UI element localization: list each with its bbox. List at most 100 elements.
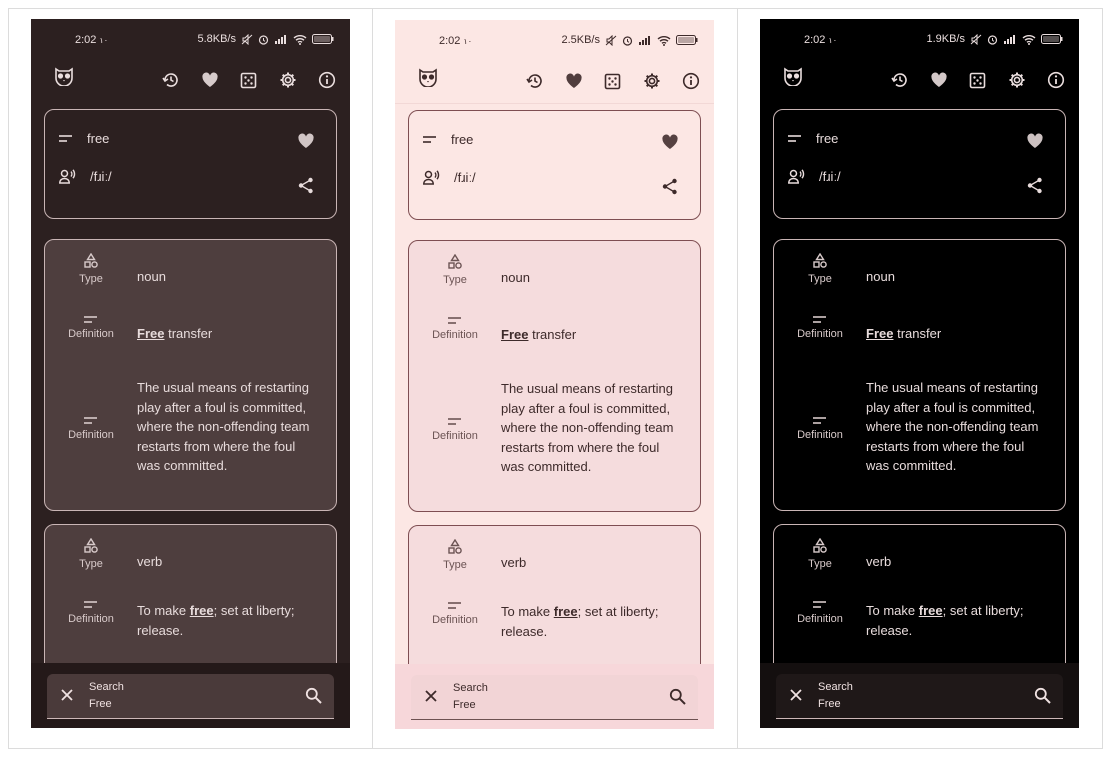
linked-word[interactable]: Free [137, 326, 164, 341]
phone-screen-dark-brown: 2:02 ۱۰ 5.8KB/s free /fɹiː/ Type noun De… [31, 19, 350, 728]
type-label-text: Type [79, 558, 103, 570]
lines-icon [448, 602, 461, 609]
definition-label-text: Definition [432, 329, 478, 341]
type-label: Type [415, 254, 495, 286]
about-button[interactable] [307, 65, 346, 95]
definition-label: Definition [415, 418, 495, 442]
pronunciation-row[interactable]: /fɹiː/ [59, 169, 112, 184]
sense-card-noun: Type noun Definition Free transfer Defin… [44, 239, 337, 511]
linked-word[interactable]: free [190, 603, 214, 618]
definition-label: Definition [415, 317, 495, 341]
random-word-button[interactable] [229, 65, 268, 95]
search-field[interactable]: Search Free [411, 675, 698, 720]
favorite-heart-icon[interactable] [1026, 133, 1044, 149]
lines-icon [59, 134, 72, 142]
definition-text: The usual means of restarting play after… [501, 381, 674, 475]
type-label-text: Type [808, 273, 832, 285]
status-indicators: 1.9KB/s [926, 33, 1063, 45]
owl-icon[interactable] [782, 66, 804, 86]
pronunciation-row[interactable]: /fɹiː/ [423, 170, 476, 185]
close-icon[interactable] [788, 687, 804, 703]
history-button[interactable] [151, 65, 190, 95]
owl-icon[interactable] [417, 67, 439, 87]
linked-word[interactable]: Free [501, 327, 528, 342]
favorites-button[interactable] [919, 65, 958, 95]
favorite-heart-icon[interactable] [661, 134, 679, 150]
search-field[interactable]: Search Free [47, 674, 334, 719]
search-icon[interactable] [305, 687, 322, 704]
mute-icon [970, 33, 982, 45]
search-input[interactable]: Free [89, 698, 112, 710]
lines-icon [788, 134, 801, 142]
share-icon[interactable] [662, 178, 678, 195]
favorites-button[interactable] [554, 66, 593, 96]
close-icon[interactable] [59, 687, 75, 703]
dice-icon [240, 72, 257, 88]
pronunciation-text: /fɹiː/ [90, 169, 112, 184]
search-field[interactable]: Search Free [776, 674, 1063, 719]
wifi-icon [1022, 34, 1036, 45]
definition-label: Definition [51, 601, 131, 625]
search-icon[interactable] [669, 688, 686, 705]
frame-divider [1102, 8, 1103, 748]
type-label: Type [780, 538, 860, 570]
share-icon[interactable] [1027, 177, 1043, 194]
share-icon[interactable] [298, 177, 314, 194]
random-word-button[interactable] [593, 66, 632, 96]
definition-label: Definition [415, 602, 495, 626]
linked-word[interactable]: free [554, 604, 578, 619]
definition-label: Definition [51, 316, 131, 340]
info-icon [318, 71, 335, 89]
search-input[interactable]: Free [453, 699, 476, 711]
dice-icon [604, 73, 621, 89]
app-bar [31, 59, 350, 103]
search-icon[interactable] [1034, 687, 1051, 704]
word-card: free /fɹiː/ [44, 109, 337, 219]
favorites-button[interactable] [190, 65, 229, 95]
lines-icon [84, 316, 97, 323]
sense-card-noun: Type noun Definition Free transfer Defin… [773, 239, 1066, 511]
owl-icon[interactable] [53, 66, 75, 86]
type-value: verb [137, 554, 163, 569]
random-word-button[interactable] [958, 65, 997, 95]
alarm-icon [622, 35, 633, 46]
close-icon[interactable] [423, 688, 439, 704]
frame-divider [372, 8, 373, 748]
frame-divider [8, 748, 1103, 749]
history-button[interactable] [515, 66, 554, 96]
word-content[interactable]: free /fɹiː/ Type noun Definition Free tr… [760, 103, 1079, 663]
about-button[interactable] [1036, 65, 1075, 95]
linked-word[interactable]: free [919, 603, 943, 618]
definition-text: Free transfer [137, 324, 319, 344]
history-button[interactable] [880, 65, 919, 95]
definition-text: To make free; set at liberty; release. [137, 601, 319, 640]
linked-word[interactable]: Free [866, 326, 893, 341]
status-indicators: 5.8KB/s [197, 33, 334, 45]
definition-label-text: Definition [797, 429, 843, 441]
history-icon [890, 73, 907, 87]
word-content[interactable]: free /fɹiː/ Type noun Definition Free tr… [395, 104, 714, 664]
word-text: free [451, 132, 474, 147]
speaker-person-icon [423, 170, 440, 185]
definition-text: Free transfer [501, 325, 683, 345]
type-label-text: Type [808, 558, 832, 570]
definition-text: The usual means of restarting play after… [866, 380, 1039, 474]
type-value: verb [866, 554, 892, 569]
signal-icon [1004, 35, 1015, 44]
search-label: Search [453, 682, 488, 694]
definition-label-text: Definition [68, 613, 114, 625]
definition-text: To make free; set at liberty; release. [866, 601, 1048, 640]
pronunciation-row[interactable]: /fɹiː/ [788, 169, 841, 184]
about-button[interactable] [671, 66, 710, 96]
sense-card-verb: Type verb Definition To make free; set a… [408, 525, 701, 664]
definition-label-text: Definition [432, 430, 478, 442]
settings-button[interactable] [997, 65, 1036, 95]
frame-divider [737, 8, 738, 748]
settings-button[interactable] [268, 65, 307, 95]
favorite-heart-icon[interactable] [297, 133, 315, 149]
settings-button[interactable] [632, 66, 671, 96]
word-content[interactable]: free /fɹiː/ Type noun Definition Free tr… [31, 103, 350, 663]
search-input[interactable]: Free [818, 698, 841, 710]
pronunciation-text: /fɹiː/ [819, 169, 841, 184]
app-bar [760, 59, 1079, 103]
